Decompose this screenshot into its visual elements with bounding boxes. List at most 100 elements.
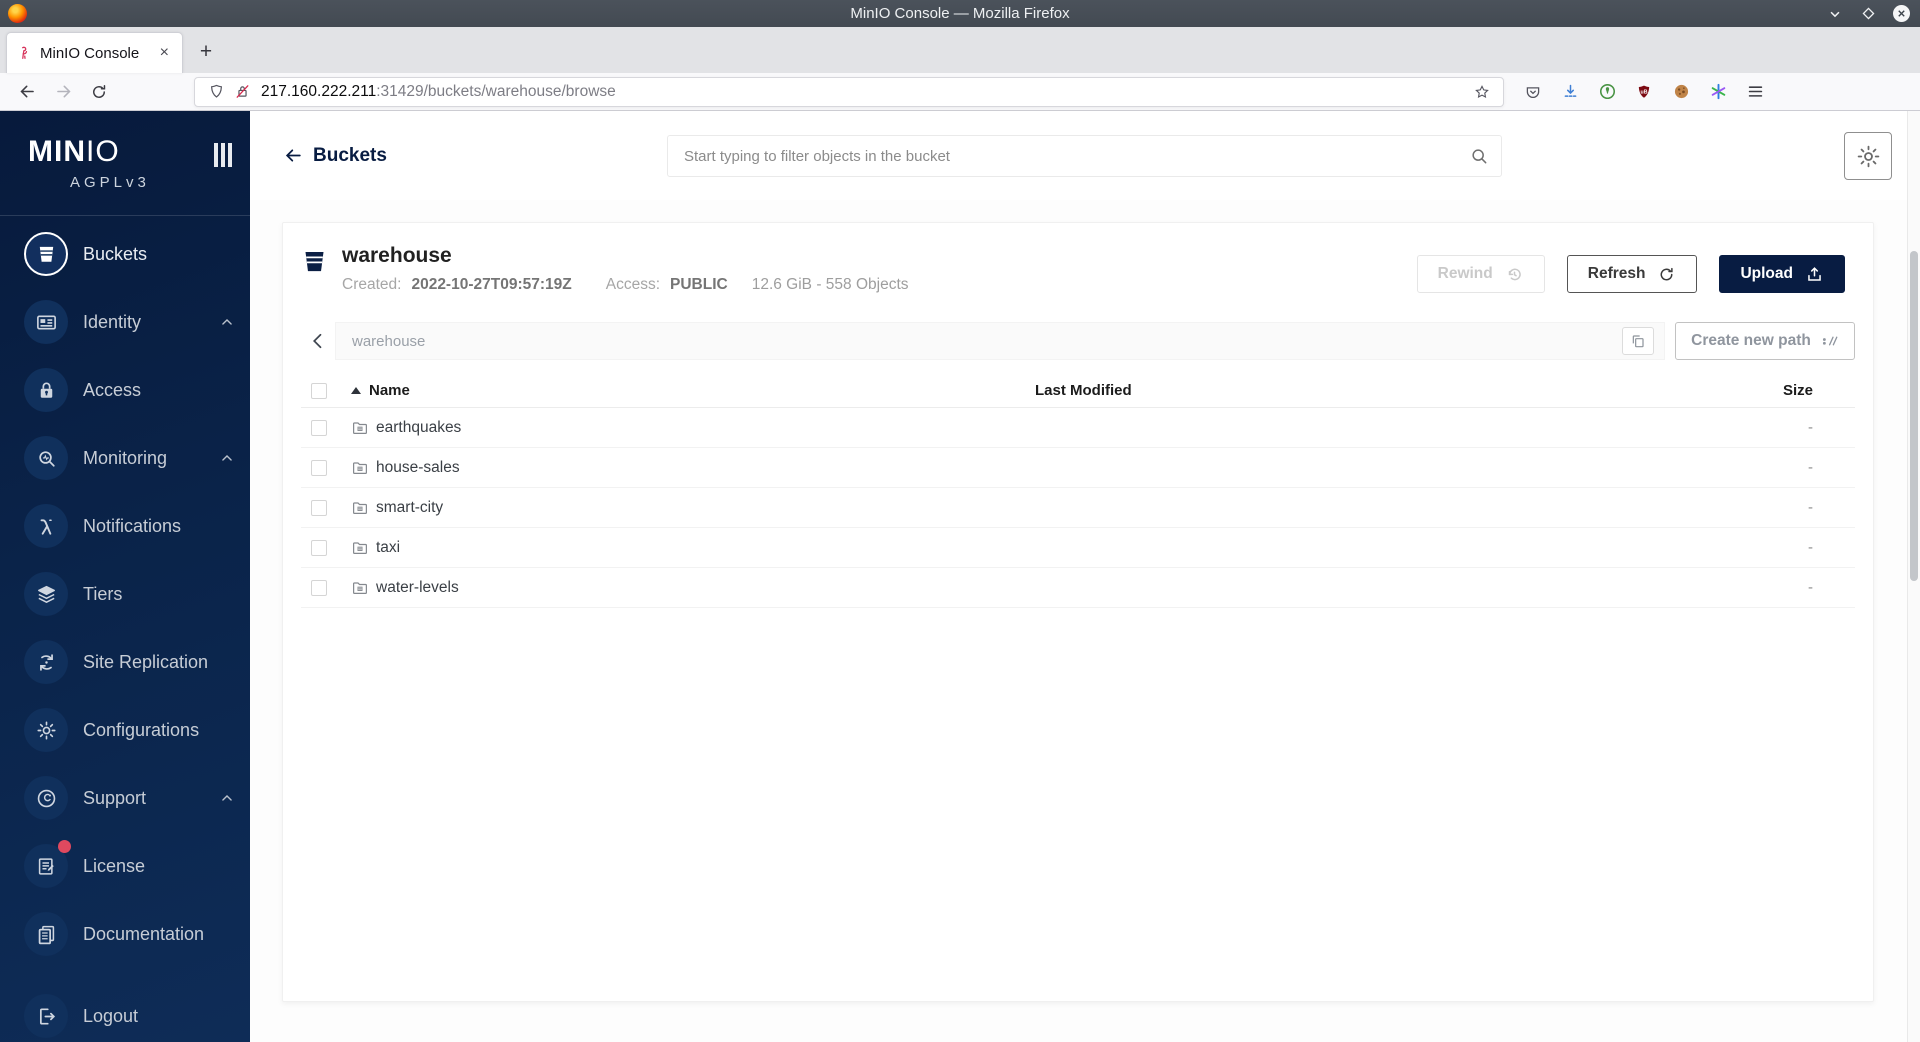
url-text[interactable]: 217.160.222.211:31429/buckets/warehouse/…	[261, 83, 1469, 101]
privacy-extension-icon[interactable]	[1592, 78, 1622, 106]
objects-table: Name Last Modified Size earthquakes - ho…	[301, 374, 1855, 609]
select-all-checkbox[interactable]	[311, 382, 327, 399]
sidebar-item-buckets[interactable]: Buckets	[0, 220, 250, 288]
sidebar-item-license[interactable]: License	[0, 832, 250, 900]
rewind-button[interactable]: Rewind	[1416, 255, 1545, 293]
table-body: earthquakes - house-sales - smart-city -	[301, 408, 1855, 609]
multicolor-asterisk-extension-icon[interactable]	[1703, 78, 1733, 106]
row-size: -	[1808, 539, 1813, 557]
folder-icon	[351, 499, 369, 517]
page-scrollbar[interactable]	[1907, 111, 1920, 1042]
maximize-button[interactable]	[1860, 6, 1876, 22]
back-button[interactable]	[12, 78, 42, 106]
bookmark-star-icon[interactable]	[1469, 80, 1495, 104]
table-row[interactable]: earthquakes -	[301, 408, 1855, 449]
path-back-button[interactable]	[301, 322, 335, 360]
row-name: taxi	[376, 538, 401, 556]
sidebar-item-monitoring[interactable]: Monitoring	[0, 424, 250, 492]
sidebar: MINIO AGPLv3 Buckets Identity Access Mon…	[0, 111, 250, 1042]
filter-objects-input-wrap	[667, 135, 1502, 177]
sidebar-item-identity[interactable]: Identity	[0, 288, 250, 356]
copy-icon	[1632, 335, 1644, 348]
bucket-header: warehouse Created: 2022-10-27T09:57:19Z …	[301, 243, 1855, 294]
chevron-up-icon[interactable]	[220, 791, 234, 805]
sidebar-item-site-replication[interactable]: Site Replication	[0, 628, 250, 696]
created-label: Created:	[342, 276, 402, 294]
sidebar-item-notifications[interactable]: Notifications	[0, 492, 250, 560]
tab-bar: MinIO Console × +	[0, 27, 1920, 73]
bucket-name-title: warehouse	[342, 244, 452, 267]
id-card-icon	[24, 300, 68, 344]
chevron-up-icon[interactable]	[220, 315, 234, 329]
row-checkbox[interactable]	[311, 579, 327, 596]
close-tab-icon[interactable]: ×	[156, 43, 173, 63]
menu-hamburger-icon[interactable]	[1740, 78, 1770, 106]
browser-toolbar: 217.160.222.211:31429/buckets/warehouse/…	[0, 73, 1920, 111]
table-row[interactable]: taxi -	[301, 528, 1855, 569]
layers-icon	[24, 572, 68, 616]
access-label: Access:	[605, 276, 660, 294]
sidebar-item-logout[interactable]: Logout	[0, 982, 250, 1042]
url-host: 217.160.222.211	[261, 82, 377, 100]
back-link-label: Buckets	[313, 144, 387, 166]
row-size: -	[1808, 459, 1813, 477]
table-row[interactable]: water-levels -	[301, 568, 1855, 609]
gear-icon	[24, 708, 68, 752]
lambda-icon	[24, 504, 68, 548]
folder-icon	[351, 419, 369, 437]
chevron-up-icon[interactable]	[220, 451, 234, 465]
row-name: house-sales	[376, 458, 460, 476]
minimize-button[interactable]	[1827, 6, 1843, 22]
cookie-extension-icon[interactable]	[1666, 78, 1696, 106]
row-checkbox[interactable]	[311, 419, 327, 436]
create-new-path-button[interactable]: Create new path	[1675, 322, 1855, 361]
access-value[interactable]: PUBLIC	[670, 276, 728, 294]
sidebar-item-documentation[interactable]: Documentation	[0, 900, 250, 968]
tab-favicon-flamingo-icon	[16, 45, 32, 61]
new-tab-button[interactable]: +	[189, 35, 223, 69]
pocket-icon[interactable]	[1518, 78, 1548, 106]
tracking-shield-icon[interactable]	[203, 80, 229, 104]
insecure-lock-icon[interactable]	[229, 80, 255, 104]
url-bar[interactable]: 217.160.222.211:31429/buckets/warehouse/…	[194, 76, 1504, 107]
table-row[interactable]: house-sales -	[301, 448, 1855, 489]
folder-icon	[351, 579, 369, 597]
bucket-icon	[24, 232, 68, 276]
sidebar-item-support[interactable]: Support	[0, 764, 250, 832]
sidebar-item-access[interactable]: Access	[0, 356, 250, 424]
modified-column-header[interactable]: Last Modified	[1035, 382, 1735, 399]
row-name: water-levels	[376, 578, 459, 596]
copy-path-button[interactable]	[1622, 327, 1654, 356]
folder-icon	[351, 539, 369, 557]
upload-icon	[1808, 266, 1821, 281]
forward-button[interactable]	[48, 78, 78, 106]
sidebar-item-tiers[interactable]: Tiers	[0, 560, 250, 628]
search-icon	[1469, 146, 1489, 166]
buckets-back-link[interactable]: Buckets	[284, 145, 387, 167]
folder-icon	[351, 459, 369, 477]
row-checkbox[interactable]	[311, 459, 327, 476]
upload-button[interactable]: Upload	[1719, 255, 1845, 293]
size-column-header[interactable]: Size	[1735, 382, 1855, 399]
sidebar-collapse-icon[interactable]	[214, 143, 232, 167]
tab-minio-console[interactable]: MinIO Console ×	[6, 32, 183, 73]
ublock-shield-icon[interactable]: uB	[1629, 78, 1659, 106]
bucket-settings-button[interactable]	[1844, 132, 1892, 180]
svg-text:uB: uB	[1641, 89, 1648, 95]
row-checkbox[interactable]	[311, 539, 327, 556]
docs-icon	[24, 912, 68, 956]
row-checkbox[interactable]	[311, 499, 327, 516]
table-row[interactable]: smart-city -	[301, 488, 1855, 529]
download-icon[interactable]	[1555, 78, 1585, 106]
scrollbar-thumb[interactable]	[1910, 251, 1918, 581]
name-column-header[interactable]: Name	[351, 382, 1035, 399]
chevron-left-icon	[313, 334, 322, 349]
sidebar-item-configurations[interactable]: Configurations	[0, 696, 250, 764]
bucket-icon	[301, 248, 328, 275]
filter-objects-input[interactable]	[684, 147, 1469, 165]
refresh-button[interactable]: Refresh	[1566, 255, 1698, 293]
close-window-button[interactable]	[1893, 5, 1910, 22]
gear-icon	[1857, 145, 1879, 167]
reload-button[interactable]	[84, 78, 114, 106]
bucket-browser-card: warehouse Created: 2022-10-27T09:57:19Z …	[282, 222, 1874, 1002]
